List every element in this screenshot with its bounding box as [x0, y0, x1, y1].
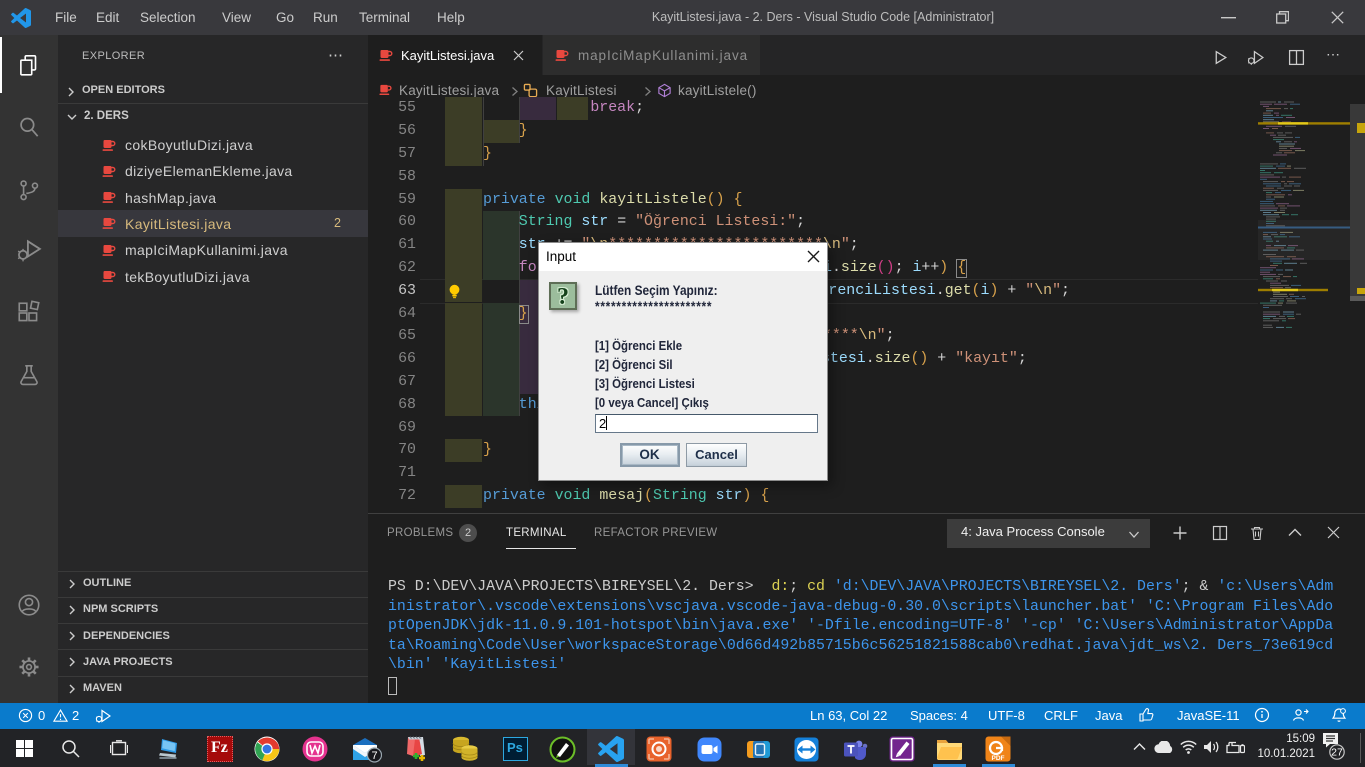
svg-text:27: 27 — [1331, 747, 1343, 759]
svg-text:PDF: PDF — [992, 755, 1005, 762]
svg-text:7: 7 — [371, 750, 377, 762]
